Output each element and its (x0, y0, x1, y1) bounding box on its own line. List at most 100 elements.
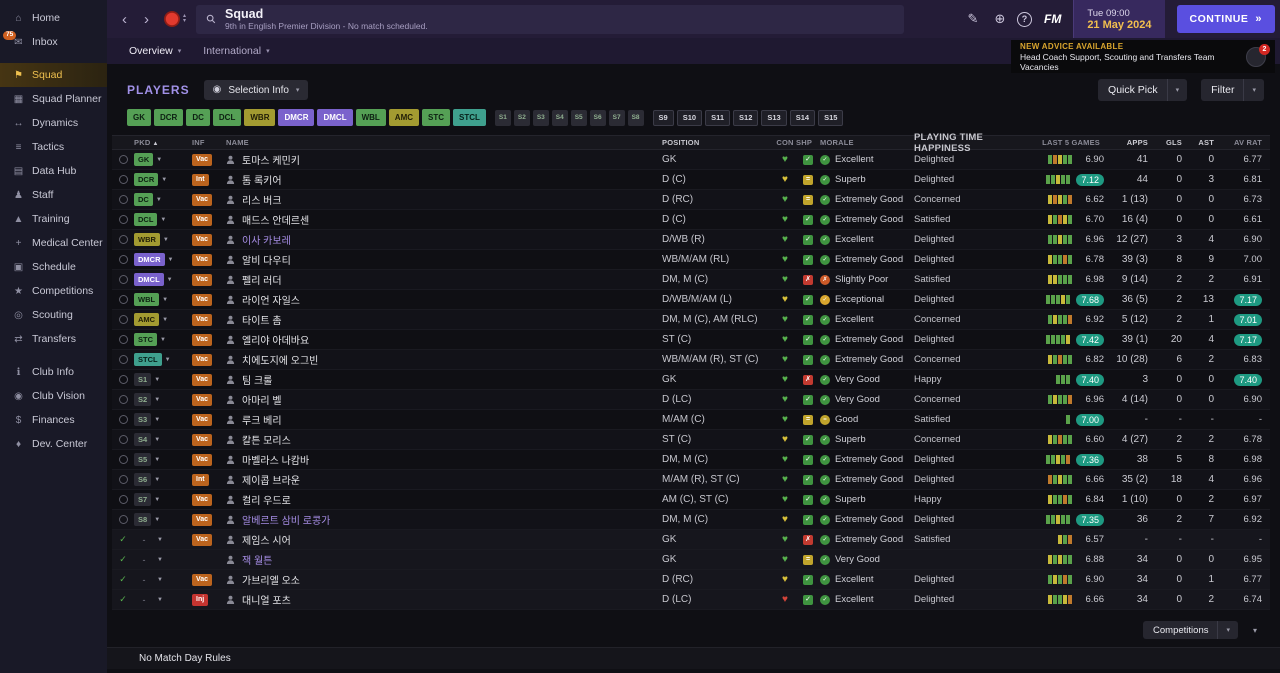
player-row[interactable]: S7 ▼ Vac 컬리 우드로 AM (C), ST (C) ♥ ✓ ✓ Superb Happy… (112, 490, 1270, 510)
slot-button-s2[interactable]: S2 (513, 109, 530, 126)
row-select[interactable]: ✓ (112, 554, 134, 565)
slot-button-wbl[interactable]: WBL (355, 109, 386, 126)
record-icon[interactable] (164, 11, 180, 27)
help-icon[interactable]: ? (1016, 11, 1032, 27)
slot-button-stc[interactable]: STC (422, 109, 451, 126)
row-select[interactable] (112, 235, 134, 244)
slot-button-s12[interactable]: S12 (733, 109, 759, 126)
picked-position-cell[interactable]: S7 ▼ (134, 493, 192, 506)
sidebar-item-dev-center[interactable]: ♦ Dev. Center (0, 432, 107, 456)
row-select[interactable] (112, 295, 134, 304)
slot-button-stcl[interactable]: STCL (453, 109, 486, 126)
player-row[interactable]: S2 ▼ Vac 아마리 벨D (LC) ♥ ✓ ✓ Very Good Concerned 6.… (112, 390, 1270, 410)
slot-button-s8[interactable]: S8 (627, 109, 644, 126)
column-header-av-rat[interactable]: AV RAT (1218, 138, 1270, 147)
column-header-position[interactable]: POSITION (662, 138, 774, 147)
player-name-cell[interactable]: 제임스 시어 (226, 532, 662, 547)
picked-position-cell[interactable]: - ▼ (134, 595, 192, 605)
row-select[interactable]: ✓ (112, 574, 134, 585)
sidebar-item-tactics[interactable]: ≡ Tactics (0, 135, 107, 159)
player-row[interactable]: ✓ - ▼ Vac 제임스 시어 GK ♥ ✗ ✓ Extremely Good Satisfied… (112, 530, 1270, 550)
player-name-cell[interactable]: 팀 크룰 (226, 372, 662, 387)
column-header-shp[interactable]: SHP (796, 138, 820, 147)
player-name-cell[interactable]: 톰 록키어 (226, 172, 662, 187)
continue-button[interactable]: CONTINUE » (1176, 5, 1275, 33)
column-header-ast[interactable]: AST (1186, 138, 1218, 147)
sidebar-item-club-vision[interactable]: ◉ Club Vision (0, 384, 107, 408)
row-select[interactable] (112, 355, 134, 364)
picked-position-cell[interactable]: S6 ▼ (134, 473, 192, 486)
picked-position-cell[interactable]: STC ▼ (134, 333, 192, 346)
slot-button-s11[interactable]: S11 (705, 109, 731, 126)
player-name-cell[interactable]: 가브리엘 오소 (226, 572, 662, 587)
picked-position-cell[interactable]: DCL ▼ (134, 213, 192, 226)
picked-position-cell[interactable]: WBR ▼ (134, 233, 192, 246)
picked-position-cell[interactable]: S5 ▼ (134, 453, 192, 466)
player-name-cell[interactable]: 루크 베리 (226, 412, 662, 427)
slot-button-dcr[interactable]: DCR (154, 109, 184, 126)
player-name-cell[interactable]: 알베르트 삼비 로콩가 (226, 512, 662, 527)
filter-button[interactable]: Filter ▾ (1201, 79, 1264, 101)
sidebar-item-home[interactable]: ⌂ Home (0, 6, 107, 30)
quick-pick-button[interactable]: Quick Pick ▾ (1098, 79, 1188, 101)
sidebar-item-competitions[interactable]: ★ Competitions (0, 279, 107, 303)
slot-button-s3[interactable]: S3 (532, 109, 549, 126)
column-header-playing-time-happiness[interactable]: PLAYING TIME HAPPINESS (914, 132, 1016, 154)
slot-button-dcl[interactable]: DCL (212, 109, 242, 126)
player-name-cell[interactable]: 토마스 케민키 (226, 152, 662, 167)
sidebar-item-transfers[interactable]: ⇄ Transfers (0, 327, 107, 351)
stepper-control[interactable]: ▴ ▾ (183, 13, 186, 24)
player-name-cell[interactable]: 마벨라스 나캄바 (226, 452, 662, 467)
slot-button-dmcl[interactable]: DMCL (317, 109, 353, 126)
column-header-morale[interactable]: MORALE (820, 138, 914, 147)
picked-position-cell[interactable]: WBL ▼ (134, 293, 192, 306)
page-title-panel[interactable]: Squad 9th in English Premier Division - … (196, 4, 905, 34)
player-row[interactable]: S6 ▼ Int 제이콥 브라운 M/AM (R), ST (C) ♥ ✓ ✓ Extremel… (112, 470, 1270, 490)
picked-position-cell[interactable]: DC ▼ (134, 193, 192, 206)
player-row[interactable]: WBL ▼ Vac 라이언 자일스 D/WB/M/AM (L) ♥ ✓ ✓ Exceptiona… (112, 290, 1270, 310)
slot-button-s10[interactable]: S10 (676, 109, 703, 126)
player-row[interactable]: DMCL ▼ Vac 펠리 러더 DM, M (C) ♥ ✗ ✗ Slightly Poor Sa… (112, 270, 1270, 290)
column-header-name[interactable]: NAME (226, 138, 662, 147)
player-name-cell[interactable]: 알비 다우티 (226, 252, 662, 267)
row-select[interactable] (112, 215, 134, 224)
picked-position-cell[interactable]: DCR ▼ (134, 173, 192, 186)
world-icon[interactable]: ⊕ (990, 11, 1010, 27)
row-select[interactable] (112, 175, 134, 184)
picked-position-cell[interactable]: S8 ▼ (134, 513, 192, 526)
selection-info-button[interactable]: ◉ Selection Info ▾ (203, 80, 309, 100)
player-name-cell[interactable]: 칼튼 모리스 (226, 432, 662, 447)
sidebar-item-scouting[interactable]: ◎ Scouting (0, 303, 107, 327)
row-select[interactable] (112, 515, 134, 524)
player-row[interactable]: ✓ - ▼ Vac 가브리엘 오소 D (RC) ♥ ✓ ✓ Excellent Delighted… (112, 570, 1270, 590)
picked-position-cell[interactable]: S1 ▼ (134, 373, 192, 386)
sidebar-item-inbox[interactable]: ✉ 75 Inbox (0, 30, 107, 54)
player-row[interactable]: STC ▼ Vac 엘리야 아데바요 ST (C) ♥ ✓ ✓ Extremely Good De… (112, 330, 1270, 350)
player-name-cell[interactable]: 컬리 우드로 (226, 492, 662, 507)
slot-button-s6[interactable]: S6 (589, 109, 606, 126)
player-row[interactable]: ✓ - ▼ Inj 대니얼 포츠 D (LC) ♥ ✓ ✓ Excellent Delighted 6… (112, 590, 1270, 610)
player-row[interactable]: AMC ▼ Vac 타이트 촘 DM, M (C), AM (RLC) ♥ ✓ ✓ Excell… (112, 310, 1270, 330)
player-row[interactable]: DMCR ▼ Vac 알비 다우티 WB/M/AM (RL) ♥ ✓ ✓ Extremely G… (112, 250, 1270, 270)
slot-button-s9[interactable]: S9 (652, 109, 674, 126)
tab-overview[interactable]: Overview ▾ (119, 38, 191, 64)
column-header-last-5-games[interactable]: LAST 5 GAMES (1016, 138, 1108, 147)
sidebar-item-squad-planner[interactable]: ▦ Squad Planner (0, 87, 107, 111)
sidebar-item-medical-center[interactable]: + Medical Center (0, 231, 107, 255)
player-row[interactable]: DCL ▼ Vac 매드스 안데르센 D (C) ♥ ✓ ✓ Extremely Good Sat… (112, 210, 1270, 230)
player-row[interactable]: STCL ▼ Vac 치에도지에 오그빈 WB/M/AM (R), ST (C) ♥ ✓ ✓ E… (112, 350, 1270, 370)
column-header-apps[interactable]: APPS (1108, 138, 1154, 147)
column-header-gls[interactable]: GLS (1154, 138, 1186, 147)
row-select[interactable] (112, 415, 134, 424)
slot-button-dmcr[interactable]: DMCR (278, 109, 315, 126)
column-header-con[interactable]: CON (774, 138, 796, 147)
picked-position-cell[interactable]: - ▼ (134, 575, 192, 585)
sidebar-item-training[interactable]: ▲ Training (0, 207, 107, 231)
row-select[interactable] (112, 395, 134, 404)
slot-button-dc[interactable]: DC (186, 109, 210, 126)
slot-button-amc[interactable]: AMC (388, 109, 420, 126)
stepper-down-icon[interactable]: ▾ (183, 18, 186, 24)
player-name-cell[interactable]: 매드스 안데르센 (226, 212, 662, 227)
player-name-cell[interactable]: 라이언 자일스 (226, 292, 662, 307)
player-name-cell[interactable]: 펠리 러더 (226, 272, 662, 287)
